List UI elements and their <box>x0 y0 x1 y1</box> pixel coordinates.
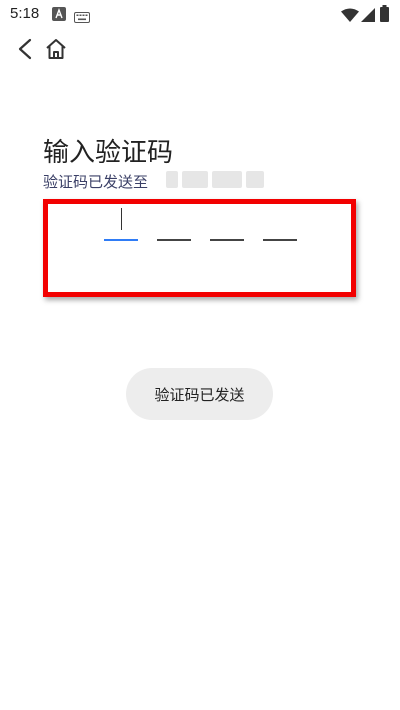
wifi-icon <box>341 7 359 26</box>
app-notification-icon <box>52 6 66 25</box>
signal-icon <box>361 7 375 26</box>
top-nav <box>0 30 400 74</box>
chevron-left-icon <box>17 38 33 64</box>
status-time: 5:18 <box>10 5 40 22</box>
text-cursor <box>121 208 122 230</box>
keyboard-icon <box>74 8 90 27</box>
masked-phone-number <box>166 171 264 188</box>
status-bar: 5:18 <box>0 0 400 28</box>
back-button[interactable] <box>10 36 40 66</box>
toast-text: 验证码已发送 <box>154 385 245 404</box>
home-button[interactable] <box>41 36 71 66</box>
otp-digit-2[interactable] <box>157 239 191 241</box>
otp-digit-1[interactable] <box>104 239 138 241</box>
otp-digit-4[interactable] <box>263 239 297 241</box>
battery-icon <box>380 5 389 26</box>
otp-digit-3[interactable] <box>210 239 244 241</box>
otp-input-highlight <box>43 199 356 297</box>
page-subtitle: 验证码已发送至 <box>43 173 149 191</box>
page-title: 输入验证码 <box>43 138 174 168</box>
home-icon <box>45 38 67 64</box>
toast-message: 验证码已发送 <box>126 368 273 420</box>
